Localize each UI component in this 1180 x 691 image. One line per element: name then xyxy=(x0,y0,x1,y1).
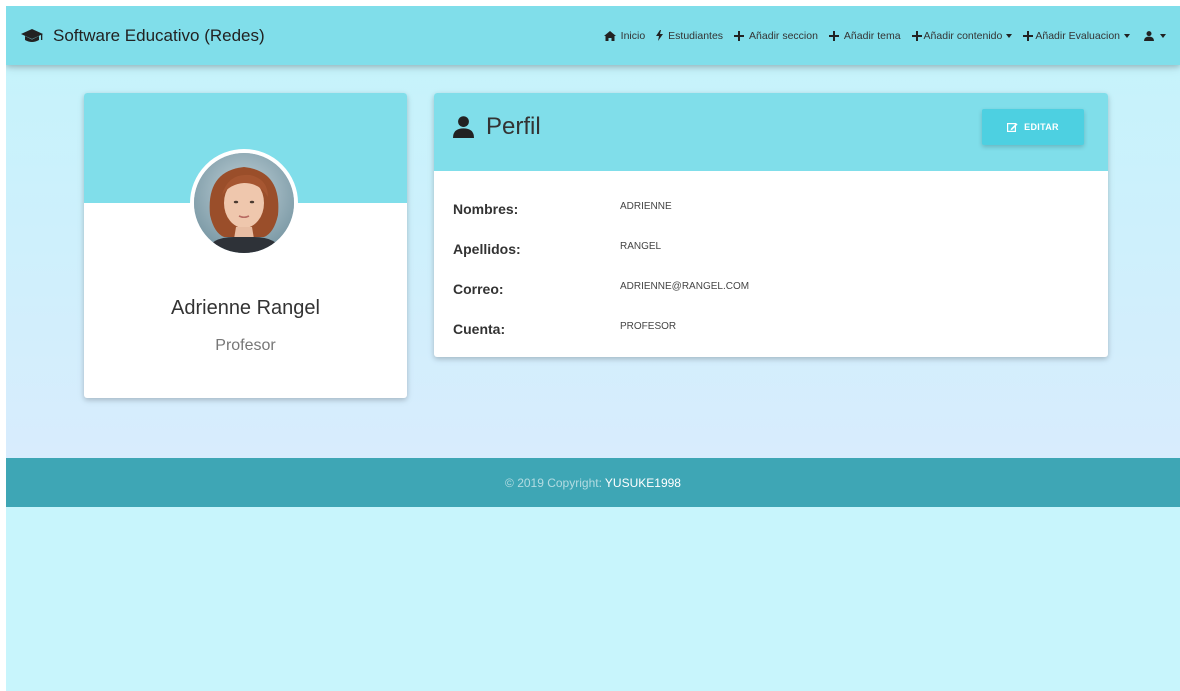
field-label: Correo: xyxy=(453,281,504,297)
field-label: Apellidos: xyxy=(453,241,521,257)
nav-item-anadir-contenido[interactable]: Añadir contenido xyxy=(911,30,1013,42)
profile-title: Perfil xyxy=(453,113,541,141)
field-label: Cuenta: xyxy=(453,321,506,337)
field-value: ADRIENNE xyxy=(620,200,672,212)
user-icon xyxy=(1144,30,1154,41)
edit-button[interactable]: EDITAR xyxy=(982,109,1084,145)
user-menu[interactable] xyxy=(1144,30,1166,41)
profile-role: Profesor xyxy=(215,337,276,354)
footer: © 2019 Copyright: YUSUKE1998 xyxy=(6,458,1180,507)
nav-item-anadir-evaluacion[interactable]: Añadir Evaluacion xyxy=(1023,30,1130,42)
nav-item-inicio[interactable]: Inicio xyxy=(603,30,645,42)
profile-details-card: Perfil EDITAR Nombres: ADRIENNE Apellido… xyxy=(434,93,1108,357)
profile-name: Adrienne Rangel xyxy=(171,297,320,319)
user-icon xyxy=(453,116,474,138)
brand-link[interactable]: Software Educativo (Redes) xyxy=(20,26,265,46)
graduation-cap-icon xyxy=(21,28,43,42)
chevron-down-icon xyxy=(1124,33,1130,38)
plus-icon xyxy=(1023,30,1034,41)
app-window: Software Educativo (Redes) Inicio Estudi… xyxy=(6,6,1180,691)
profile-details-header: Perfil EDITAR xyxy=(434,93,1108,171)
field-value: RANGEL xyxy=(620,240,662,252)
nav-item-anadir-tema[interactable]: Añadir tema xyxy=(828,30,901,42)
navbar: Software Educativo (Redes) Inicio Estudi… xyxy=(6,6,1180,65)
chevron-down-icon xyxy=(1006,33,1013,38)
field-row-apellidos: Apellidos: RANGEL xyxy=(453,229,1093,269)
field-row-nombres: Nombres: ADRIENNE xyxy=(453,189,1093,229)
field-value: ADRIENNE@RANGEL.COM xyxy=(620,280,750,292)
field-label: Nombres: xyxy=(453,201,519,217)
footer-copyright: © 2019 Copyright: xyxy=(505,475,602,490)
brand-title: Software Educativo (Redes) xyxy=(53,25,265,45)
plus-icon xyxy=(828,30,839,41)
edit-icon xyxy=(1007,123,1018,132)
profile-card: Adrienne Rangel Profesor xyxy=(84,93,407,398)
nav-item-anadir-seccion[interactable]: Añadir seccion xyxy=(734,30,818,42)
plus-icon xyxy=(734,30,745,41)
field-row-cuenta: Cuenta: PROFESOR xyxy=(453,309,1093,349)
plus-icon xyxy=(911,30,922,41)
field-row-correo: Correo: ADRIENNE@RANGEL.COM xyxy=(453,269,1093,309)
field-value: PROFESOR xyxy=(620,320,677,332)
profile-fields: Nombres: ADRIENNE Apellidos: RANGEL Corr… xyxy=(453,189,1093,349)
nav-menu: Inicio Estudiantes Añadir seccion Añadir… xyxy=(593,30,1166,42)
avatar xyxy=(190,149,298,257)
home-icon xyxy=(603,30,616,41)
avatar-image xyxy=(194,153,294,253)
bolt-icon xyxy=(656,30,664,41)
main-content: Adrienne Rangel Profesor Perfil EDITAR N… xyxy=(6,65,1180,458)
chevron-down-icon xyxy=(1160,33,1166,38)
nav-item-estudiantes[interactable]: Estudiantes xyxy=(656,30,723,42)
footer-owner-link[interactable]: YUSUKE1998 xyxy=(605,476,681,490)
